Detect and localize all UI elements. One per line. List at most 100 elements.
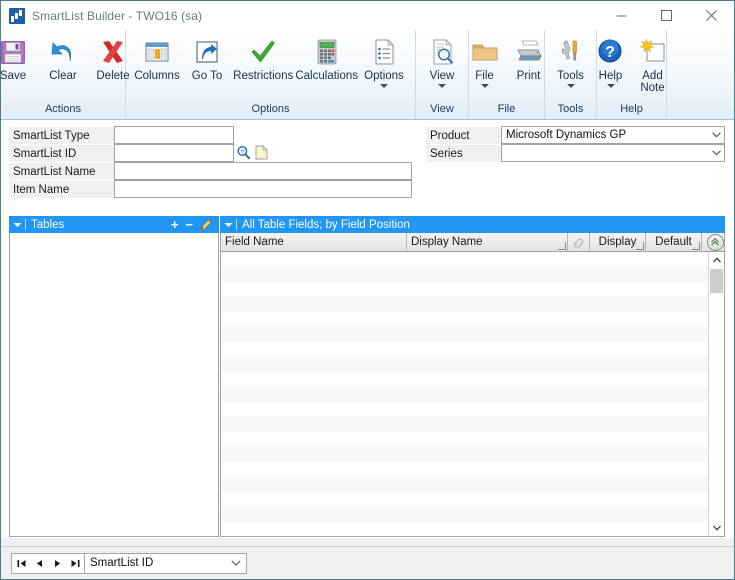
table-row[interactable] xyxy=(221,282,724,297)
printer-icon xyxy=(512,35,546,69)
chevron-down-icon[interactable] xyxy=(606,84,615,88)
table-row[interactable] xyxy=(221,402,724,417)
table-row[interactable] xyxy=(221,342,724,357)
chevron-down-icon[interactable] xyxy=(380,84,388,88)
column-header-expand[interactable] xyxy=(702,233,724,251)
minimize-icon[interactable] xyxy=(599,1,644,30)
column-header-default[interactable]: Default xyxy=(646,233,702,251)
series-dropdown[interactable] xyxy=(501,144,725,162)
table-row[interactable] xyxy=(221,312,724,327)
chevron-down-icon[interactable] xyxy=(9,222,25,228)
table-row[interactable] xyxy=(221,492,724,507)
table-row[interactable] xyxy=(221,297,724,312)
tables-list[interactable] xyxy=(9,233,219,537)
calculations-button-label: Calculations xyxy=(295,70,359,82)
table-row[interactable] xyxy=(221,462,724,477)
column-resize-handle[interactable] xyxy=(558,242,566,250)
table-row[interactable] xyxy=(221,357,724,372)
file-button[interactable]: File xyxy=(463,33,507,88)
clear-button[interactable]: Clear xyxy=(38,33,88,82)
help-button[interactable]: ? Help xyxy=(590,33,632,88)
column-header-field-name[interactable]: Field Name xyxy=(221,233,407,251)
calculations-button[interactable]: Calculations xyxy=(294,33,359,82)
help-button-label: Help xyxy=(598,70,623,82)
ribbon-empty-area xyxy=(667,30,734,119)
fields-grid-header-row: Field Name Display Name Display Default xyxy=(221,233,724,252)
item-name-input[interactable] xyxy=(114,180,412,198)
blue-question-icon: ? xyxy=(594,35,628,69)
scroll-up-arrow-icon[interactable] xyxy=(709,252,724,268)
expand-chevrons-up-icon[interactable] xyxy=(706,233,724,251)
browse-by-dropdown[interactable]: SmartList ID xyxy=(84,552,247,574)
window-controls xyxy=(599,1,734,30)
table-row[interactable] xyxy=(221,252,724,267)
fields-grid-rows[interactable] xyxy=(221,252,724,536)
goto-arrow-icon xyxy=(190,35,224,69)
chevron-down-icon[interactable] xyxy=(438,84,446,88)
divider xyxy=(236,219,237,230)
ribbon-toolbar: Save Clear Delete Actions Columns Go To … xyxy=(1,30,734,120)
scroll-down-arrow-icon[interactable] xyxy=(709,520,724,536)
table-row[interactable] xyxy=(221,267,724,282)
link-chain-icon xyxy=(572,234,585,250)
table-row[interactable] xyxy=(221,327,724,342)
column-header-link[interactable] xyxy=(568,233,590,251)
view-button-label: View xyxy=(429,70,455,82)
add-note-button-label: Add Note xyxy=(640,70,665,94)
wrench-screwdriver-icon xyxy=(554,35,588,69)
print-button[interactable]: Print xyxy=(507,33,551,82)
smartlist-name-input[interactable] xyxy=(114,162,412,180)
magnifier-lookup-icon[interactable] xyxy=(235,144,252,161)
fields-grid-scrollbar[interactable] xyxy=(708,252,724,536)
nav-next-icon[interactable] xyxy=(48,554,66,573)
table-row[interactable] xyxy=(221,417,724,432)
table-row[interactable] xyxy=(221,522,724,536)
restrictions-button[interactable]: Restrictions xyxy=(232,33,294,82)
nav-previous-icon[interactable] xyxy=(30,554,48,573)
scrollbar-thumb[interactable] xyxy=(710,269,723,293)
chevron-down-icon xyxy=(708,132,724,138)
column-header-display-label: Display xyxy=(598,236,637,248)
column-resize-handle[interactable] xyxy=(692,242,700,250)
chevron-down-icon[interactable] xyxy=(220,222,236,228)
table-row[interactable] xyxy=(221,432,724,447)
add-table-button[interactable]: + xyxy=(171,218,179,231)
smartlist-name-label: SmartList Name xyxy=(9,163,114,181)
calculator-icon xyxy=(310,35,344,69)
goto-button[interactable]: Go To xyxy=(182,33,232,82)
chevron-down-icon xyxy=(226,560,246,566)
tools-button[interactable]: Tools xyxy=(546,33,596,88)
columns-grid-icon xyxy=(140,35,174,69)
product-dropdown[interactable]: Microsoft Dynamics GP xyxy=(501,126,725,144)
columns-button[interactable]: Columns xyxy=(132,33,182,82)
table-row[interactable] xyxy=(221,387,724,402)
nav-last-icon[interactable] xyxy=(66,554,84,573)
pencil-icon[interactable] xyxy=(200,218,212,231)
options-button[interactable]: Options xyxy=(359,33,409,88)
table-row[interactable] xyxy=(221,507,724,522)
folder-icon xyxy=(468,35,502,69)
view-button[interactable]: View xyxy=(417,33,467,88)
columns-button-label: Columns xyxy=(134,70,180,82)
maximize-icon[interactable] xyxy=(644,1,689,30)
product-dropdown-value: Microsoft Dynamics GP xyxy=(506,129,627,141)
column-resize-handle[interactable] xyxy=(636,242,644,250)
options-button-label: Options xyxy=(364,70,404,82)
table-row[interactable] xyxy=(221,447,724,462)
smartlist-id-input[interactable] xyxy=(114,144,234,162)
chevron-down-icon[interactable] xyxy=(480,84,489,88)
status-bar: SmartList ID xyxy=(1,546,734,579)
nav-first-icon[interactable] xyxy=(12,554,30,573)
ribbon-group-file: File Print File xyxy=(469,30,545,119)
table-row[interactable] xyxy=(221,372,724,387)
column-header-display-name[interactable]: Display Name xyxy=(407,233,568,251)
smartlist-type-label: SmartList Type xyxy=(9,127,114,145)
save-button[interactable]: Save xyxy=(1,33,38,82)
smartlist-type-input[interactable] xyxy=(114,126,234,144)
column-header-display[interactable]: Display xyxy=(590,233,646,251)
new-document-icon[interactable] xyxy=(253,144,270,161)
table-row[interactable] xyxy=(221,477,724,492)
close-icon[interactable] xyxy=(689,1,734,30)
chevron-down-icon[interactable] xyxy=(566,84,575,88)
remove-table-button[interactable]: − xyxy=(185,218,193,231)
